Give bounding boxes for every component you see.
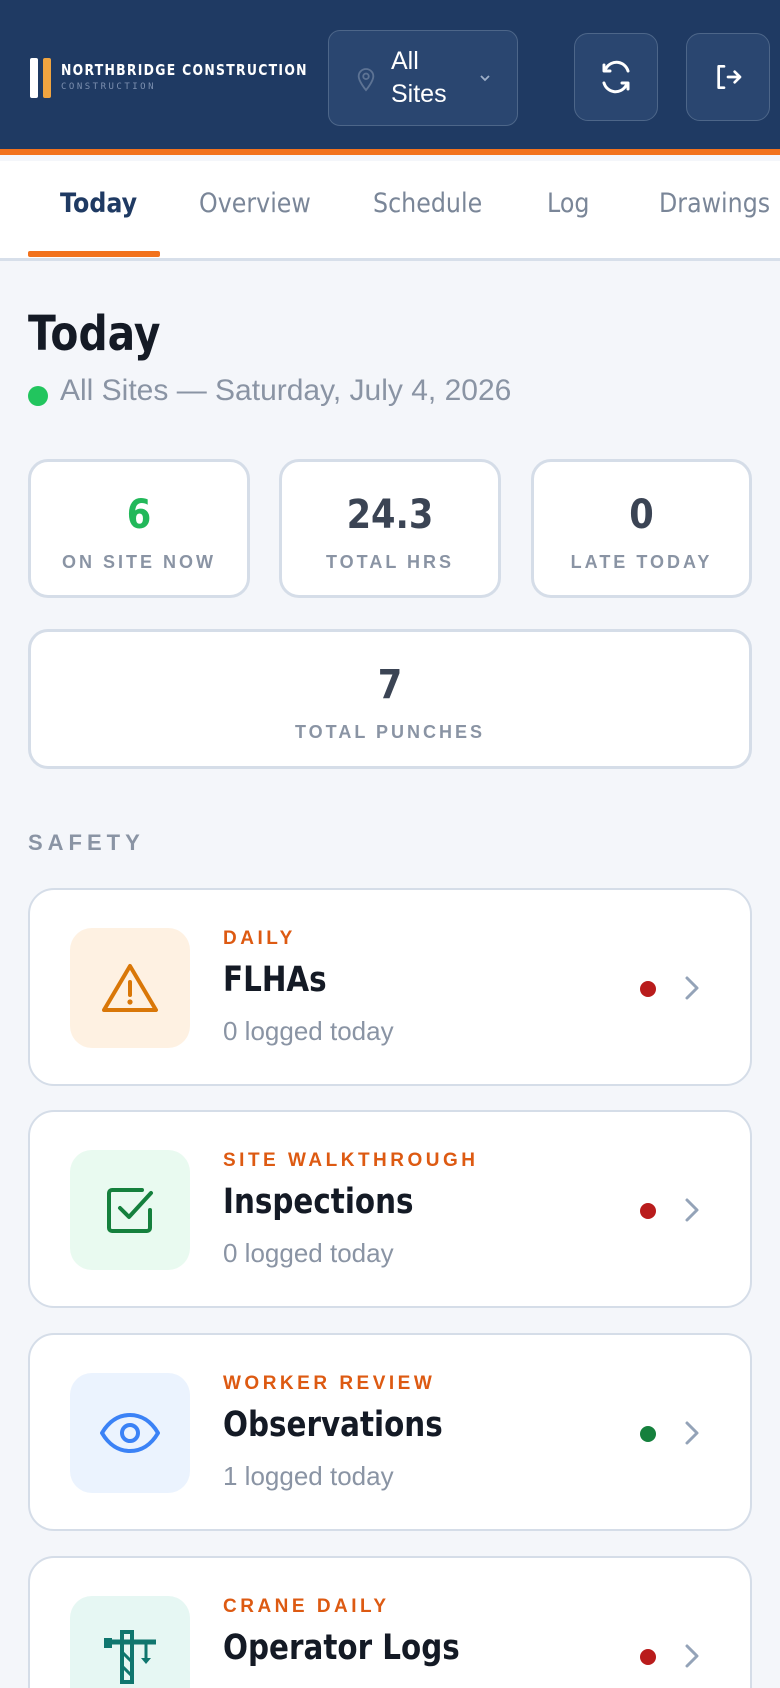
card-icon-tile (70, 1150, 190, 1270)
safety-card-flhas[interactable]: DAILY FLHAs 0 logged today (28, 888, 752, 1086)
stat-label: TOTAL PUNCHES (294, 722, 485, 742)
site-selector-value: All Sites (391, 47, 447, 108)
checkbox-icon (107, 1188, 153, 1233)
chevron-right-icon (685, 1644, 699, 1668)
logout-button[interactable] (686, 33, 770, 121)
refresh-button[interactable] (574, 33, 658, 121)
chevron-right-icon (685, 1198, 699, 1222)
card-icon-tile (70, 1373, 190, 1493)
card-kicker: CRANE DAILY (223, 1596, 390, 1617)
tab-log[interactable]: Log (547, 188, 589, 219)
stat-total-punches: 7 TOTAL PUNCHES (28, 629, 752, 769)
card-kicker: WORKER REVIEW (223, 1373, 436, 1394)
eye-icon (100, 1413, 160, 1453)
safety-card-inspections[interactable]: SITE WALKTHROUGH Inspections 0 logged to… (28, 1110, 752, 1308)
card-meta: 0 logged today (223, 1016, 394, 1046)
logo-mark-accent (43, 58, 51, 98)
stat-label: TOTAL HRS (325, 552, 454, 572)
brand-name: NORTHBRIDGE CONSTRUCTION (61, 61, 308, 79)
card-kicker: DAILY (223, 928, 296, 949)
crane-icon (104, 1630, 156, 1684)
status-indicator (640, 1649, 656, 1665)
safety-card-observations[interactable]: WORKER REVIEW Observations 1 logged toda… (28, 1333, 752, 1531)
section-label-safety: SAFETY (28, 830, 145, 855)
logout-icon (717, 65, 742, 89)
tab-overview[interactable]: Overview (199, 188, 311, 219)
stat-on-site-now: 6 ON SITE NOW (28, 459, 250, 598)
card-meta: 1 logged today (223, 1461, 394, 1491)
safety-card-operator-logs[interactable]: CRANE DAILY Operator Logs (28, 1556, 752, 1688)
app-header: NORTHBRIDGE CONSTRUCTION CONSTRUCTION Al… (0, 0, 780, 155)
stat-label: ON SITE NOW (62, 552, 216, 572)
tab-today[interactable]: Today (60, 188, 137, 219)
warning-icon (102, 964, 158, 1012)
status-indicator (640, 1426, 656, 1442)
brand-subtitle: CONSTRUCTION (61, 82, 157, 92)
card-icon-tile (70, 928, 190, 1048)
chevron-down-icon (480, 75, 490, 82)
status-indicator (640, 981, 656, 997)
status-dot (28, 386, 48, 406)
page-subtitle: All Sites — Saturday, July 4, 2026 (60, 374, 512, 407)
card-icon-tile (70, 1596, 190, 1688)
tab-schedule[interactable]: Schedule (373, 188, 482, 219)
page-title: Today (28, 306, 161, 362)
card-kicker: SITE WALKTHROUGH (223, 1150, 479, 1171)
stat-value: 7 (377, 662, 403, 708)
card-title: Operator Logs (223, 1628, 460, 1668)
card-meta: 0 logged today (223, 1238, 394, 1268)
logo-mark (30, 58, 38, 98)
card-title: Observations (223, 1405, 443, 1445)
status-indicator (640, 1203, 656, 1219)
stat-label: LATE TODAY (570, 552, 713, 572)
chevron-right-icon (685, 976, 699, 1000)
map-pin-icon (357, 68, 375, 92)
active-tab-indicator (28, 251, 160, 257)
stat-value: 24.3 (346, 492, 434, 538)
card-title: Inspections (223, 1182, 414, 1222)
tab-drawings[interactable]: Drawings (659, 188, 770, 219)
card-title: FLHAs (223, 960, 327, 1000)
stat-value: 0 (629, 492, 654, 538)
stat-value: 6 (126, 492, 152, 538)
refresh-icon (602, 60, 630, 94)
stat-total-hrs: 24.3 TOTAL HRS (279, 459, 501, 598)
tab-bar: Today Overview Schedule Log Drawings (0, 161, 780, 261)
chevron-right-icon (685, 1421, 699, 1445)
site-selector[interactable]: All Sites (328, 30, 518, 126)
stat-late-today: 0 LATE TODAY (531, 459, 752, 598)
